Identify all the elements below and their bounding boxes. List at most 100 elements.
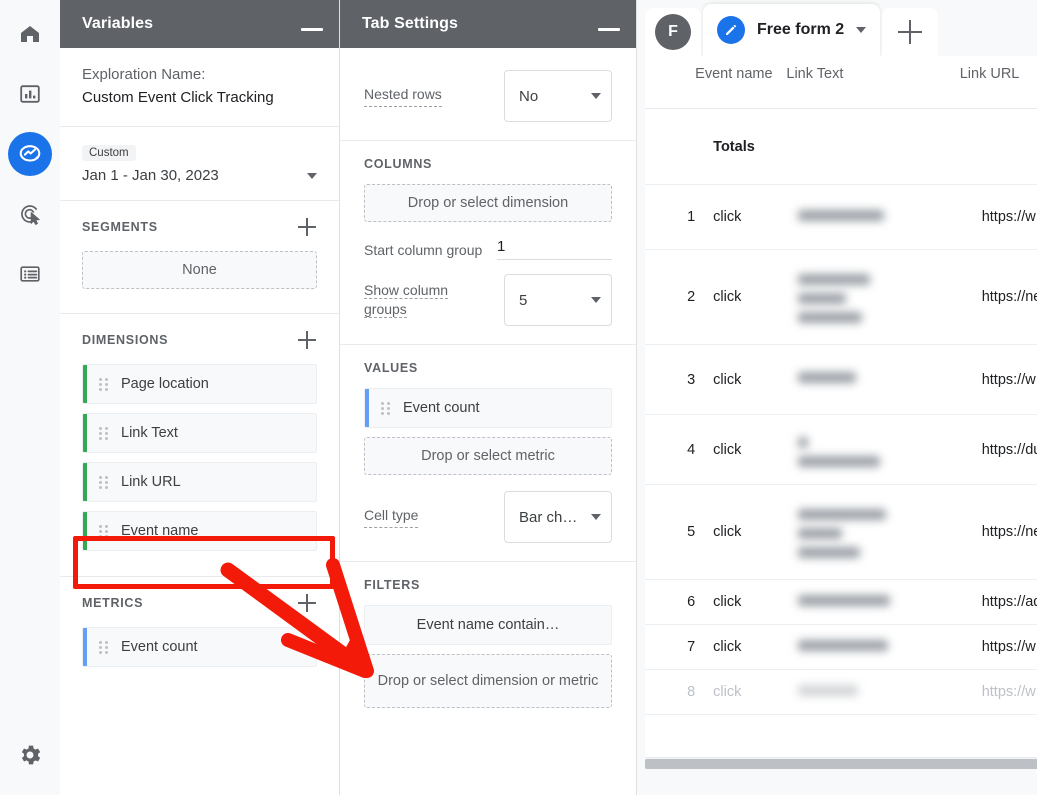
show-column-groups-select[interactable]: 5 xyxy=(504,274,612,326)
tab-bar: F Free form 2 xyxy=(637,0,1037,56)
tab-settings-panel-header: Tab Settings xyxy=(340,0,636,48)
gear-icon[interactable] xyxy=(8,733,52,777)
tab-free-form-2[interactable]: Free form 2 xyxy=(703,4,880,56)
report-canvas: F Free form 2 Event name Link Text xyxy=(637,0,1037,795)
columns-section: COLUMNS Drop or select dimension Start c… xyxy=(340,141,636,345)
row-index: 6 xyxy=(645,580,695,625)
segment-none-chip[interactable]: None xyxy=(82,251,317,289)
avatar: F xyxy=(655,14,691,50)
row-link-url: https://ne xyxy=(960,485,1037,580)
drag-handle-icon[interactable] xyxy=(99,378,108,391)
cell-type-value: Bar ch… xyxy=(519,509,577,526)
drag-handle-icon[interactable] xyxy=(99,476,108,489)
row-link-text-redacted xyxy=(786,580,959,625)
start-column-group-input[interactable]: 1 xyxy=(497,238,612,260)
scrollbar-thumb[interactable] xyxy=(645,759,1037,769)
table-row[interactable]: 5 click https://ne xyxy=(645,485,1037,580)
totals-link-text-cell xyxy=(786,109,959,185)
row-link-url: https://du xyxy=(960,415,1037,485)
dimension-chip-label: Link Text xyxy=(121,425,178,441)
date-range-section[interactable]: Custom Jan 1 - Jan 30, 2023 xyxy=(60,127,339,201)
row-event-name: click xyxy=(695,670,786,715)
row-link-text-redacted xyxy=(786,185,959,250)
add-metric-icon[interactable] xyxy=(297,593,317,613)
add-dimension-icon[interactable] xyxy=(297,330,317,350)
metric-chip-event-count[interactable]: Event count xyxy=(82,627,317,667)
row-link-text-redacted xyxy=(786,670,959,715)
variables-panel-header: Variables xyxy=(60,0,339,48)
explore-icon[interactable] xyxy=(8,132,52,176)
library-icon[interactable] xyxy=(8,252,52,296)
segments-title: SEGMENTS xyxy=(82,220,158,234)
drag-handle-icon[interactable] xyxy=(99,525,108,538)
table-header-row: Event name Link Text Link URL xyxy=(645,56,1037,109)
start-column-group-label: Start column group xyxy=(364,241,482,260)
row-link-url: https://ad xyxy=(960,580,1037,625)
filters-dropzone[interactable]: Drop or select dimension or metric xyxy=(364,654,612,708)
dimension-chip-label: Page location xyxy=(121,376,209,392)
col-header-event-name[interactable]: Event name xyxy=(695,56,786,109)
cell-type-row: Cell type Bar ch… xyxy=(364,491,612,543)
dimensions-title: DIMENSIONS xyxy=(82,333,168,347)
add-tab-button[interactable] xyxy=(882,8,938,56)
columns-dropzone[interactable]: Drop or select dimension xyxy=(364,184,612,222)
metrics-section: METRICS Event count xyxy=(60,577,339,692)
table-row[interactable]: 3 click https://w xyxy=(645,345,1037,415)
row-event-name: click xyxy=(695,625,786,670)
row-link-url: https://w xyxy=(960,345,1037,415)
tab-avatar-button[interactable]: F xyxy=(645,8,701,56)
horizontal-scrollbar[interactable] xyxy=(645,757,1037,769)
chevron-down-icon xyxy=(591,93,601,99)
totals-index-cell xyxy=(645,109,695,185)
segments-title-row: SEGMENTS xyxy=(82,217,317,237)
row-link-url: https://w xyxy=(960,670,1037,715)
show-column-groups-label: Show column groups xyxy=(364,282,448,318)
minimize-icon[interactable] xyxy=(301,28,323,31)
table-row[interactable]: 6 click https://ad xyxy=(645,580,1037,625)
reports-icon[interactable] xyxy=(8,72,52,116)
row-index: 5 xyxy=(645,485,695,580)
dimension-chip-event-name[interactable]: Event name xyxy=(82,511,317,551)
exploration-name-value[interactable]: Custom Event Click Tracking xyxy=(82,86,317,110)
cell-type-label: Cell type xyxy=(364,506,418,528)
cell-type-select[interactable]: Bar ch… xyxy=(504,491,612,543)
col-header-link-url[interactable]: Link URL xyxy=(960,56,1037,109)
dimension-chip-label: Event name xyxy=(121,523,198,539)
dimension-chip-link-text[interactable]: Link Text xyxy=(82,413,317,453)
drag-handle-icon[interactable] xyxy=(381,402,390,415)
nested-rows-select[interactable]: No xyxy=(504,70,612,122)
show-column-groups-value: 5 xyxy=(519,292,527,309)
row-index: 4 xyxy=(645,415,695,485)
totals-link-url-cell xyxy=(960,109,1037,185)
row-event-name: click xyxy=(695,415,786,485)
chevron-down-icon[interactable] xyxy=(856,27,866,33)
home-icon[interactable] xyxy=(8,12,52,56)
dimensions-section: DIMENSIONS Page location Link Text Link … xyxy=(60,314,339,577)
date-range-row[interactable]: Jan 1 - Jan 30, 2023 xyxy=(82,167,317,184)
dimension-chip-link-url[interactable]: Link URL xyxy=(82,462,317,502)
date-range-value: Jan 1 - Jan 30, 2023 xyxy=(82,167,219,184)
metric-chip-label: Event count xyxy=(121,639,198,655)
advertising-icon[interactable] xyxy=(8,192,52,236)
col-header-link-text[interactable]: Link Text xyxy=(786,56,959,109)
chevron-down-icon[interactable] xyxy=(307,173,317,179)
table-row[interactable]: 2 click https://ne xyxy=(645,250,1037,345)
dimension-chip-page-location[interactable]: Page location xyxy=(82,364,317,404)
filter-chip-event-name[interactable]: Event name contain… xyxy=(364,605,612,645)
add-segment-icon[interactable] xyxy=(297,217,317,237)
start-column-group-value: 1 xyxy=(497,238,505,255)
drag-handle-icon[interactable] xyxy=(99,427,108,440)
values-chip-event-count[interactable]: Event count xyxy=(364,388,612,428)
row-link-url: https://w xyxy=(960,625,1037,670)
table-row[interactable]: 4 click https://du xyxy=(645,415,1037,485)
table-row[interactable]: 7 click https://w xyxy=(645,625,1037,670)
table-row[interactable]: 1 click https://w xyxy=(645,185,1037,250)
free-form-table: Event name Link Text Link URL Totals 1 xyxy=(645,56,1037,715)
row-link-text-redacted xyxy=(786,345,959,415)
minimize-icon[interactable] xyxy=(598,28,620,31)
table-totals-row: Totals xyxy=(645,109,1037,185)
drag-handle-icon[interactable] xyxy=(99,641,108,654)
table-row[interactable]: 8 click https://w xyxy=(645,670,1037,715)
plus-icon xyxy=(897,19,923,45)
values-dropzone[interactable]: Drop or select metric xyxy=(364,437,612,475)
